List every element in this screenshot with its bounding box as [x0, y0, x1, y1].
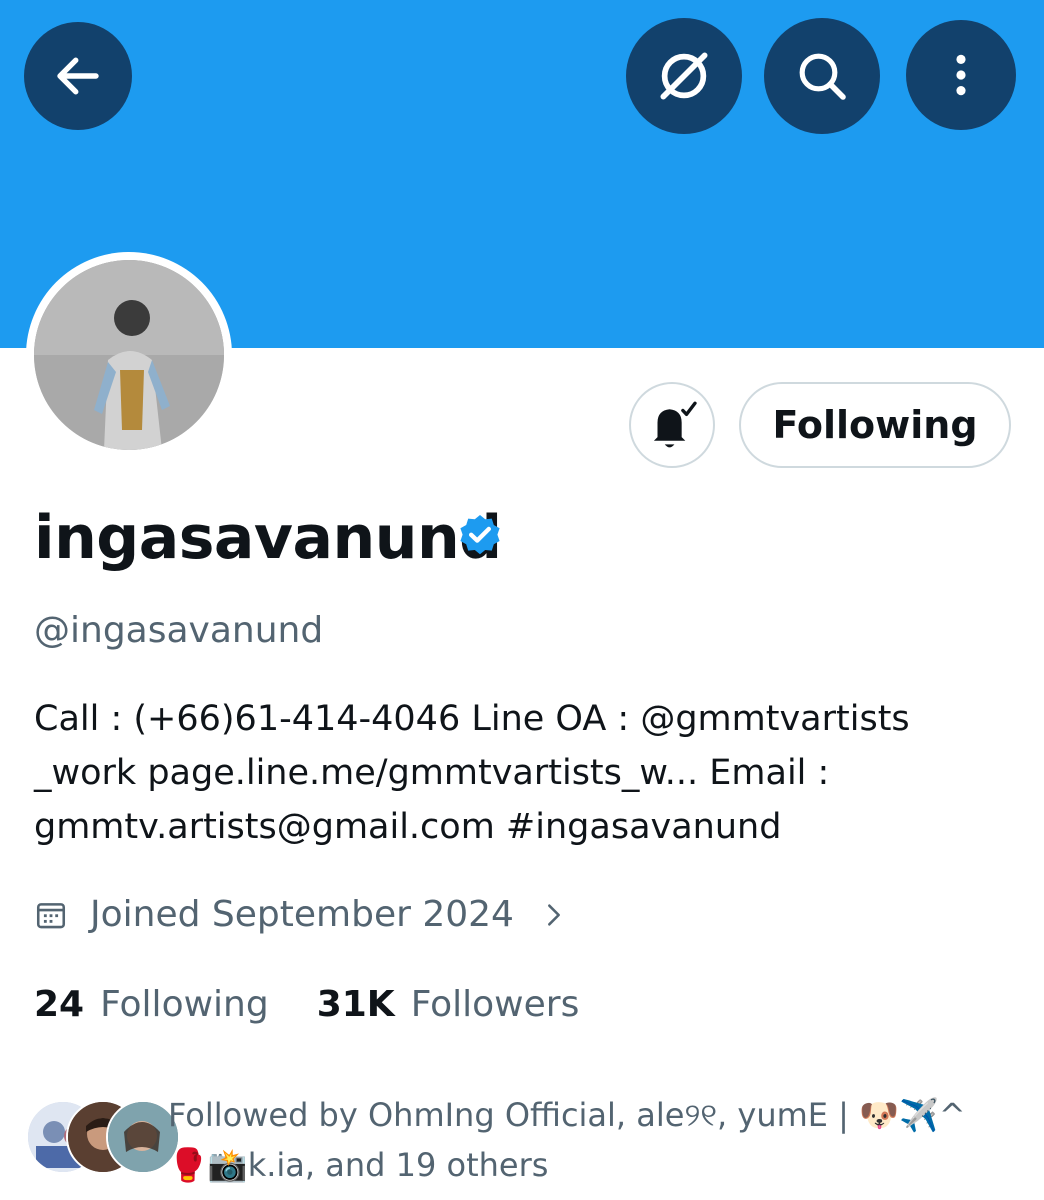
followed-by-text[interactable]: Followed by OhmIng Official, ale୨୧, yumE…	[168, 1090, 1028, 1190]
bio-line: _work page.line.me/gmmtvartists_w... Ema…	[34, 753, 830, 793]
verified-badge-icon	[460, 515, 500, 555]
following-button[interactable]: Following	[739, 382, 1011, 468]
notification-bell-icon	[653, 401, 697, 448]
more-vertical-icon	[956, 54, 966, 96]
bio-line: gmmtv.artists@gmail.com #ingasavanund	[34, 807, 782, 847]
profile-avatar[interactable]	[26, 252, 232, 458]
calendar-icon	[36, 903, 66, 929]
joined-date[interactable]: Joined September 2024	[34, 890, 568, 940]
mutual-followers-avatars[interactable]	[26, 1100, 180, 1174]
grok-button[interactable]	[626, 18, 742, 134]
bio-line: Call : (+66)61-414-4046 Line OA : @gmmtv…	[34, 699, 910, 739]
profile-stats: 24 Following 31K Followers	[34, 980, 627, 1030]
grok-icon	[660, 52, 708, 100]
search-button[interactable]	[764, 18, 880, 134]
chevron-right-icon	[548, 904, 560, 926]
profile-handle: @ingasavanund	[34, 610, 324, 651]
followed-by-line: Followed by OhmIng Official, ale୨୧, yumE…	[168, 1096, 966, 1134]
joined-label: Joined September 2024	[90, 894, 514, 935]
arrow-left-icon	[57, 57, 99, 95]
notification-toggle-button[interactable]	[629, 382, 715, 468]
followers-count: 31K	[316, 984, 395, 1025]
more-options-button[interactable]	[906, 20, 1016, 130]
search-icon	[799, 53, 846, 100]
following-label: Following	[100, 984, 269, 1025]
profile-bio: Call : (+66)61-414-4046 Line OA : @gmmtv…	[34, 692, 1014, 854]
followed-by-line: 🥊📸k.ia, and 19 others	[168, 1146, 549, 1184]
followers-stat[interactable]: 31K Followers	[317, 980, 580, 1030]
followers-label: Followers	[410, 984, 580, 1025]
back-button[interactable]	[24, 22, 132, 130]
avatar-photo	[34, 260, 224, 450]
display-name: ingasavanund	[34, 503, 502, 573]
following-count: 24	[34, 984, 85, 1025]
following-stat[interactable]: 24 Following	[34, 980, 269, 1030]
